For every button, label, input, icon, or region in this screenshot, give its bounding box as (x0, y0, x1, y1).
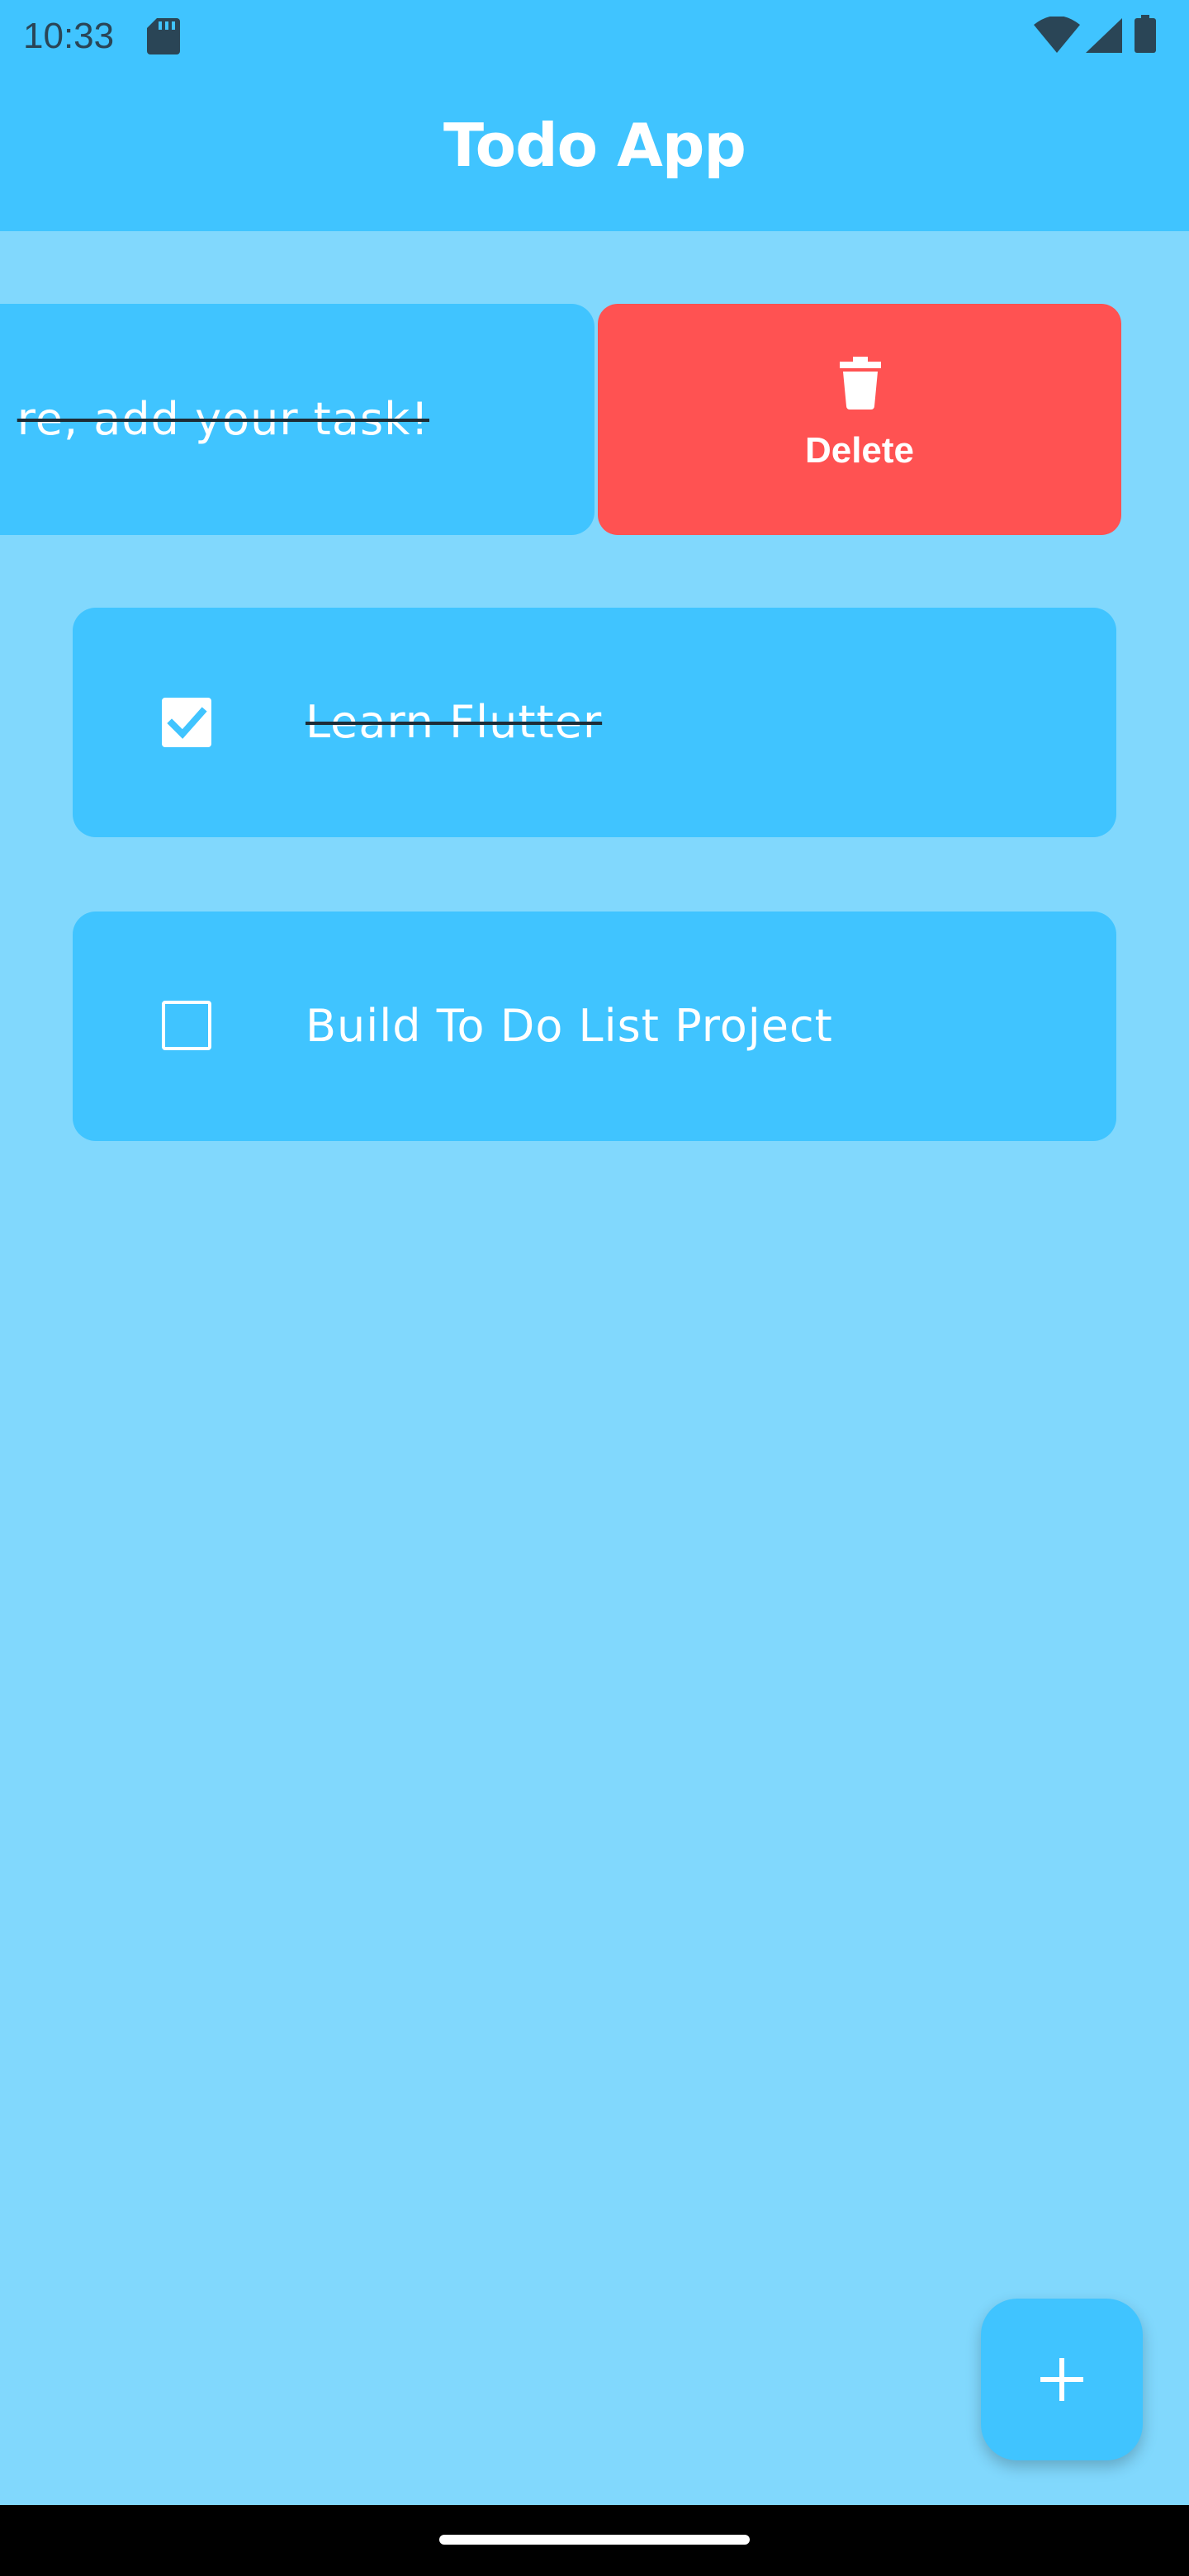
check-icon (167, 707, 207, 739)
signal-icon (1086, 18, 1122, 53)
status-bar: 10:33 (0, 0, 1189, 73)
app-bar: Todo App (0, 73, 1189, 231)
delete-button[interactable]: Delete (598, 304, 1121, 535)
todo-text: re, add your task! (17, 393, 429, 445)
todo-text: Build To Do List Project (306, 1000, 833, 1052)
checkbox-checked[interactable] (162, 698, 211, 747)
sd-card-icon (147, 18, 180, 54)
todo-card[interactable]: Learn Flutter (73, 608, 1116, 837)
status-time: 10:33 (23, 16, 115, 56)
add-task-button[interactable] (981, 2299, 1143, 2460)
todo-text: Learn Flutter (306, 696, 603, 748)
home-handle[interactable] (439, 2535, 750, 2545)
wifi-icon (1034, 17, 1080, 53)
todo-card[interactable]: Build To Do List Project (73, 912, 1116, 1141)
plus-icon (1040, 2358, 1083, 2401)
battery-icon (1135, 15, 1156, 53)
trash-icon (840, 357, 881, 410)
page-title: Todo App (443, 111, 746, 180)
navigation-bar (0, 2505, 1189, 2576)
checkbox-unchecked[interactable] (162, 1001, 211, 1050)
delete-label: Delete (804, 430, 915, 471)
todo-card-swiped[interactable]: re, add your task! (0, 304, 594, 535)
